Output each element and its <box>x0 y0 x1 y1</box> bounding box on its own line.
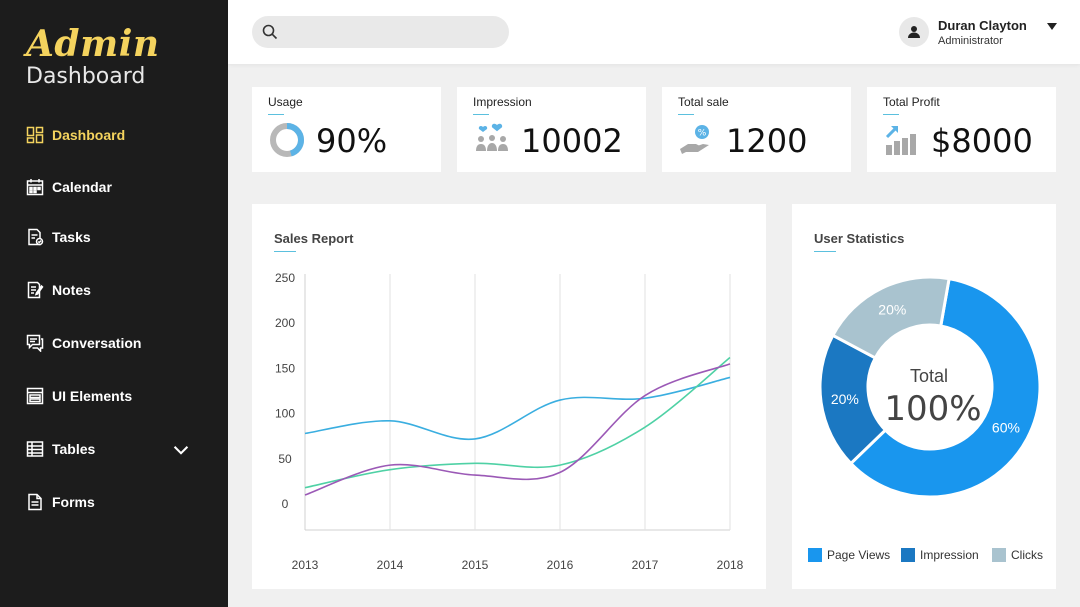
total-profit-card: Total Profit $8000 <box>867 87 1056 172</box>
donut-slice-label: 20% <box>831 391 859 407</box>
donut-slice-label: 20% <box>878 302 906 318</box>
sales-report-panel: Sales Report 0 50 100 150 200 250 2013 2014 2015… <box>252 204 766 589</box>
search-icon[interactable] <box>262 24 278 40</box>
legend-swatch <box>808 548 822 562</box>
y-tick-label: 200 <box>275 316 295 330</box>
sidebar-item-forms[interactable]: Forms <box>26 490 206 514</box>
search-input[interactable] <box>288 16 498 48</box>
x-tick-label: 2013 <box>292 558 319 572</box>
card-label: Total Profit <box>883 95 940 109</box>
usage-card: Usage 90% <box>252 87 441 172</box>
chevron-down-icon[interactable] <box>172 441 190 459</box>
card-label: Usage <box>268 95 303 109</box>
sidebar-item-label: Tables <box>52 441 96 457</box>
user-statistics-donut-chart: 60% 20% 20% Total 100% <box>818 275 1042 499</box>
calendar-icon <box>26 179 44 196</box>
sidebar-item-label: Forms <box>52 494 95 510</box>
ui-elements-icon <box>26 387 44 405</box>
card-underline <box>473 114 489 115</box>
user-role: Administrator <box>938 35 1003 47</box>
legend-clicks: Clicks <box>992 548 1043 562</box>
user-name[interactable]: Duran Clayton <box>938 18 1027 33</box>
notes-icon <box>27 281 44 299</box>
sidebar-item-label: Dashboard <box>52 127 126 143</box>
card-underline <box>268 114 284 115</box>
user-statistics-panel: User Statistics 60% 20% 20% Total 100% Page … <box>792 204 1056 589</box>
donut-center-value: 100% <box>884 389 981 429</box>
total-sale-card: Total sale % 1200 <box>662 87 851 172</box>
hand-coin-icon: % <box>680 125 709 154</box>
sidebar-item-tasks[interactable]: Tasks <box>26 225 206 249</box>
y-tick-label: 50 <box>278 452 292 466</box>
sidebar-item-notes[interactable]: Notes <box>26 278 206 302</box>
topbar: Duran Clayton Administrator <box>228 0 1080 64</box>
sidebar-item-dashboard[interactable]: Dashboard <box>26 123 206 147</box>
card-underline <box>678 114 694 115</box>
legend-page-views: Page Views <box>808 548 890 562</box>
sidebar-item-conversation[interactable]: Conversation <box>26 331 206 355</box>
brand-subtitle: Dashboard <box>26 64 146 89</box>
legend-label: Clicks <box>1011 548 1043 562</box>
tasks-icon <box>28 228 44 246</box>
dashboard-icon <box>26 126 44 144</box>
series-line-1 <box>304 376 731 441</box>
conversation-icon <box>26 334 44 352</box>
brand-logo[interactable]: Admin Dashboard <box>26 24 160 90</box>
x-tick-label: 2014 <box>377 558 404 572</box>
sidebar-item-label: Calendar <box>52 179 112 195</box>
donut-center-label: Total <box>910 366 948 386</box>
search-bar[interactable] <box>252 16 509 48</box>
x-tick-label: 2018 <box>717 558 744 572</box>
series-line-3 <box>304 363 731 496</box>
y-tick-label: 150 <box>275 361 295 375</box>
brand-title: Admin <box>26 23 160 65</box>
card-label: Impression <box>473 95 532 109</box>
users-hearts-icon <box>476 123 508 151</box>
y-tick-label: 0 <box>282 497 289 511</box>
legend-swatch <box>901 548 915 562</box>
caret-down-icon[interactable] <box>1046 22 1058 31</box>
sales-line-chart: 0 50 100 150 200 250 2013 2014 2015 2016 2017 2018 <box>275 271 744 572</box>
legend-swatch <box>992 548 1006 562</box>
impression-card: Impression 10002 <box>457 87 646 172</box>
legend-label: Impression <box>920 548 979 562</box>
donut-slice-label: 60% <box>992 419 1020 435</box>
sidebar-item-label: UI Elements <box>52 388 133 404</box>
legend-impression: Impression <box>901 548 979 562</box>
bar-growth-icon <box>885 126 916 155</box>
y-tick-label: 250 <box>275 271 295 285</box>
card-label: Total sale <box>678 95 729 109</box>
avatar[interactable] <box>899 17 929 47</box>
sidebar: Admin Dashboard Dashboard Calendar Tasks… <box>0 0 228 607</box>
sidebar-item-calendar[interactable]: Calendar <box>26 175 206 199</box>
forms-icon <box>28 493 42 511</box>
svg-text:%: % <box>698 129 707 139</box>
card-value: 90% <box>316 122 388 160</box>
sidebar-item-label: Notes <box>52 282 91 298</box>
card-value: $8000 <box>931 122 1033 160</box>
x-tick-label: 2017 <box>632 558 659 572</box>
x-tick-label: 2016 <box>547 558 574 572</box>
user-icon <box>908 26 920 38</box>
sidebar-item-ui-elements[interactable]: UI Elements <box>26 384 206 408</box>
card-underline <box>883 114 899 115</box>
sidebar-item-tables[interactable]: Tables <box>26 437 206 461</box>
x-tick-label: 2015 <box>462 558 489 572</box>
y-tick-label: 100 <box>275 407 295 421</box>
legend-label: Page Views <box>827 548 891 562</box>
card-value: 1200 <box>726 122 808 160</box>
sidebar-item-label: Tasks <box>52 229 91 245</box>
donut-gauge-icon <box>270 123 304 157</box>
sidebar-item-label: Conversation <box>52 335 142 351</box>
tables-icon <box>26 441 44 457</box>
card-value: 10002 <box>521 122 623 160</box>
